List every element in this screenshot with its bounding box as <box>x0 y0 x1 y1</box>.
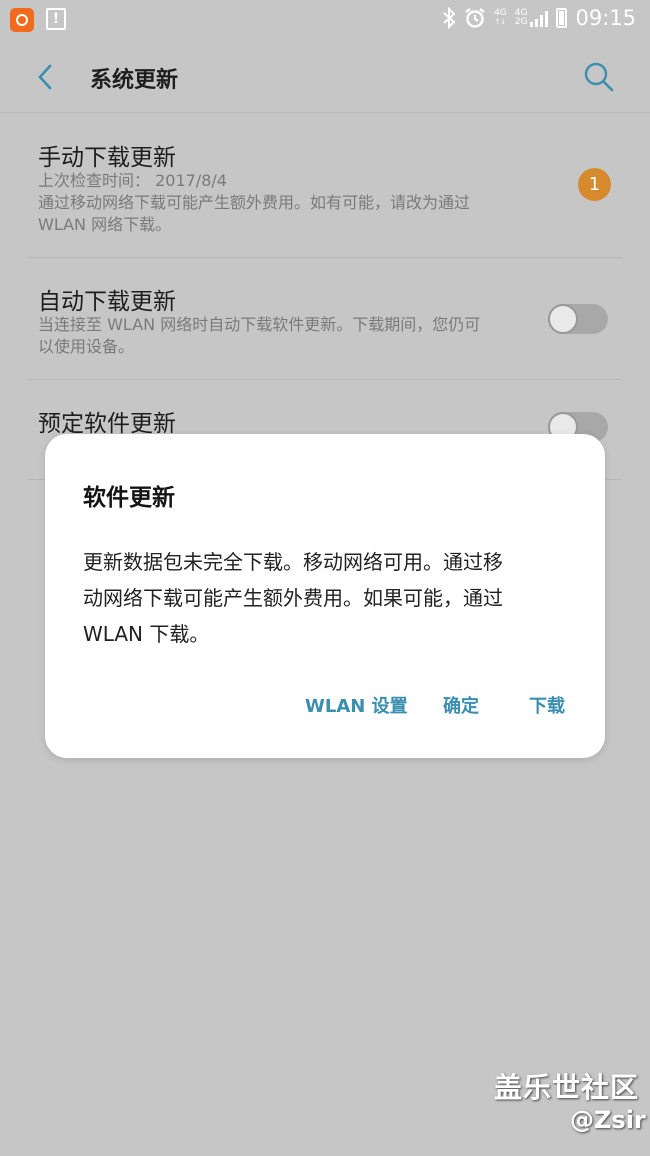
setting-description: 以使用设备。 <box>38 337 135 356</box>
dialog-message-line: WLAN 下载。 <box>83 622 210 646</box>
wlan-settings-button[interactable]: WLAN 设置 <box>305 692 408 718</box>
setting-last-check: 上次检查时间： 2017/8/4 <box>38 171 227 190</box>
status-bar: ! 4G ↑↓ 4G 2G 09:15 <box>0 0 650 40</box>
dialog-message-line: 动网络下载可能产生额外费用。如果可能，通过 <box>83 586 503 610</box>
status-time: 09:15 <box>575 6 636 30</box>
setting-title: 预定软件更新 <box>38 411 176 437</box>
app-bar: 系统更新 <box>0 40 650 113</box>
alert-notification-icon: ! <box>46 8 66 30</box>
setting-auto-download[interactable]: 自动下载更新 当连接至 WLAN 网络时自动下载软件更新。下载期间，您仍可 以使… <box>28 274 622 364</box>
setting-manual-download[interactable]: 手动下载更新 上次检查时间： 2017/8/4 通过移动网络下载可能产生额外费用… <box>28 130 622 240</box>
bluetooth-icon <box>443 7 456 29</box>
alarm-icon <box>465 8 485 28</box>
signal-bars-icon <box>530 11 549 27</box>
dialog-message-line: 更新数据包未完全下载。移动网络可用。通过移 <box>83 550 503 574</box>
signal-indicator-1: 4G ↑↓ <box>494 8 507 27</box>
setting-description: 通过移动网络下载可能产生额外费用。如有可能，请改为通过 <box>38 193 471 212</box>
search-icon[interactable] <box>582 60 616 94</box>
page-title: 系统更新 <box>90 68 179 93</box>
toggle-knob <box>548 304 578 334</box>
watermark-site: 盖乐世社区 <box>494 1071 640 1104</box>
divider <box>28 257 622 258</box>
signal-indicator-2: 4G 2G <box>515 9 549 27</box>
back-arrow-icon[interactable] <box>32 62 58 92</box>
ok-button[interactable]: 确定 <box>443 692 479 718</box>
auto-download-toggle[interactable] <box>548 304 608 334</box>
watermark-user: @Zsir <box>570 1106 646 1134</box>
battery-icon <box>556 8 568 28</box>
dialog-title: 软件更新 <box>83 485 175 511</box>
software-update-dialog: 软件更新 更新数据包未完全下载。移动网络可用。通过移 动网络下载可能产生额外费用… <box>45 434 605 758</box>
app-notification-icon <box>10 8 34 32</box>
setting-title: 自动下载更新 <box>38 289 176 315</box>
setting-title: 手动下载更新 <box>38 145 176 171</box>
divider <box>28 379 622 380</box>
setting-description: 当连接至 WLAN 网络时自动下载软件更新。下载期间，您仍可 <box>38 315 481 334</box>
download-button[interactable]: 下载 <box>529 692 565 718</box>
update-count-badge: 1 <box>578 168 611 201</box>
setting-description: WLAN 网络下载。 <box>38 215 172 234</box>
dialog-message: 更新数据包未完全下载。移动网络可用。通过移 动网络下载可能产生额外费用。如果可能… <box>83 544 563 652</box>
